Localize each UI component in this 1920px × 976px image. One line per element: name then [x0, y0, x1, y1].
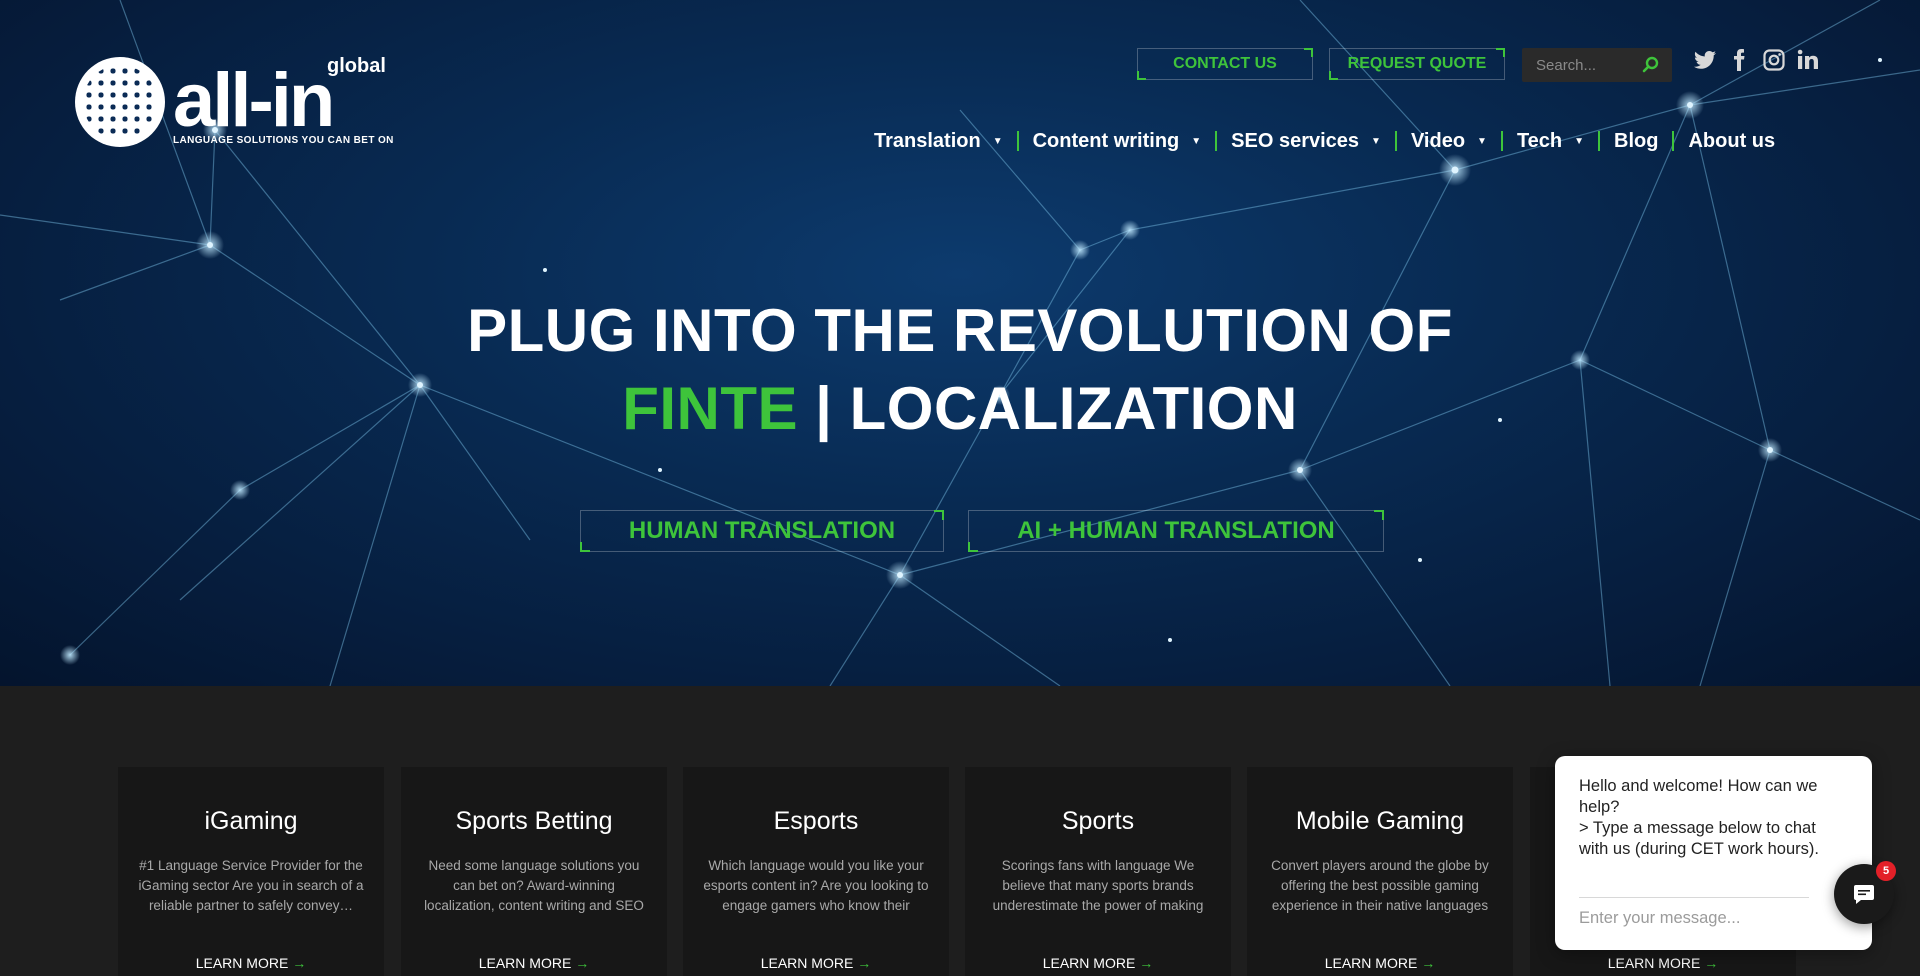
card-title: Mobile Gaming — [1295, 807, 1465, 835]
card-title: Esports — [773, 807, 859, 835]
arrow-right-icon: → — [1704, 955, 1719, 971]
card-sports-betting: Sports Betting Need some language soluti… — [401, 767, 667, 976]
card-esports: Esports Which language would you like yo… — [683, 767, 949, 976]
nav-label: Video — [1410, 129, 1466, 152]
nav-label: Tech — [1516, 129, 1563, 152]
caret-down-icon: ▼ — [992, 135, 1003, 147]
chat-welcome-message: Hello and welcome! How can we help? > Ty… — [1579, 776, 1849, 860]
card-igaming: iGaming #1 Language Service Provider for… — [118, 767, 384, 976]
chat-message-input[interactable] — [1579, 906, 1809, 930]
arrow-right-icon: → — [575, 955, 590, 971]
nav-item-blog[interactable]: Blog — [1600, 130, 1672, 153]
typing-cursor: | — [798, 375, 850, 442]
logo-globe-icon — [75, 57, 165, 147]
chat-instruction: > Type a message below to chat with us (… — [1579, 819, 1819, 858]
card-text: #1 Language Service Provider for the iGa… — [138, 858, 364, 913]
request-quote-button[interactable]: REQUEST QUOTE — [1329, 48, 1505, 80]
learn-more-link[interactable]: LEARN MORE → — [1530, 955, 1796, 971]
nav-item-content-writing[interactable]: Content writing ▼ — [1019, 130, 1216, 153]
nav-label: About us — [1688, 129, 1776, 152]
chat-divider — [1579, 897, 1809, 898]
facebook-icon[interactable] — [1727, 48, 1751, 72]
logo-suffix: global — [327, 55, 386, 77]
main-nav: Translation ▼ Content writing ▼ SEO serv… — [860, 126, 1789, 156]
card-mobile-gaming: Mobile Gaming Convert players around the… — [1247, 767, 1513, 976]
nav-label: Translation — [874, 129, 981, 152]
learn-more-link[interactable]: LEARN MORE → — [118, 955, 384, 971]
card-title: Sports Betting — [455, 807, 613, 835]
learn-more-link[interactable]: LEARN MORE → — [965, 955, 1231, 971]
caret-down-icon: ▼ — [1574, 135, 1585, 147]
hero-headline: PLUG INTO THE REVOLUTION OF FINTE | LOCA… — [0, 292, 1920, 448]
learn-more-link[interactable]: LEARN MORE → — [683, 955, 949, 971]
arrow-right-icon: → — [857, 955, 872, 971]
nav-label: Blog — [1614, 129, 1659, 152]
linkedin-icon[interactable] — [1796, 48, 1820, 72]
chat-welcome: Hello and welcome! How can we help? — [1579, 777, 1818, 816]
chat-popup: Hello and welcome! How can we help? > Ty… — [1555, 756, 1872, 950]
learn-more-link[interactable]: LEARN MORE → — [1247, 955, 1513, 971]
headline-highlight: FINTE — [622, 375, 799, 442]
unread-count-badge: 5 — [1876, 861, 1896, 881]
search-box — [1522, 48, 1672, 82]
card-title: iGaming — [204, 807, 298, 835]
nav-item-seo-services[interactable]: SEO services ▼ — [1217, 130, 1395, 153]
logo-wordmark: all-in — [173, 58, 335, 143]
card-title: Sports — [1061, 807, 1135, 835]
card-text: Convert players around the globe by offe… — [1271, 858, 1489, 913]
nav-item-about-us[interactable]: About us — [1674, 130, 1789, 153]
human-translation-button[interactable]: HUMAN TRANSLATION — [580, 510, 944, 552]
logo-tagline: LANGUAGE SOLUTIONS YOU CAN BET ON — [173, 135, 394, 146]
search-icon[interactable] — [1642, 56, 1660, 74]
card-sports: Sports Scorings fans with language We be… — [965, 767, 1231, 976]
caret-down-icon: ▼ — [1371, 135, 1381, 147]
all-in-global-logo[interactable]: all-in global LANGUAGE SOLUTIONS YOU CAN… — [75, 55, 395, 150]
nav-item-tech[interactable]: Tech ▼ — [1503, 130, 1598, 153]
nav-item-video[interactable]: Video ▼ — [1397, 130, 1501, 153]
arrow-right-icon: → — [1421, 955, 1436, 971]
nav-item-translation[interactable]: Translation ▼ — [860, 130, 1017, 153]
hero-section: all-in global LANGUAGE SOLUTIONS YOU CAN… — [0, 0, 1920, 686]
nav-label: SEO services — [1231, 129, 1360, 152]
learn-more-link[interactable]: LEARN MORE → — [401, 955, 667, 971]
caret-down-icon: ▼ — [1477, 135, 1487, 147]
chat-bubble-icon — [1854, 885, 1874, 904]
nav-label: Content writing — [1032, 129, 1180, 152]
contact-us-button[interactable]: CONTACT US — [1137, 48, 1313, 80]
card-text: Scorings fans with language We believe t… — [992, 858, 1204, 913]
card-text: Need some language solutions you can bet… — [424, 858, 644, 913]
search-input[interactable] — [1536, 56, 1646, 74]
arrow-right-icon: → — [1139, 955, 1154, 971]
headline-line-1: PLUG INTO THE REVOLUTION OF — [467, 297, 1453, 364]
headline-line-2: LOCALIZATION — [849, 375, 1298, 442]
instagram-icon[interactable] — [1762, 48, 1786, 72]
twitter-icon[interactable] — [1693, 48, 1717, 72]
ai-human-translation-button[interactable]: AI + HUMAN TRANSLATION — [968, 510, 1384, 552]
arrow-right-icon: → — [292, 955, 307, 971]
caret-down-icon: ▼ — [1191, 135, 1202, 147]
card-text: Which language would you like your espor… — [703, 858, 929, 913]
